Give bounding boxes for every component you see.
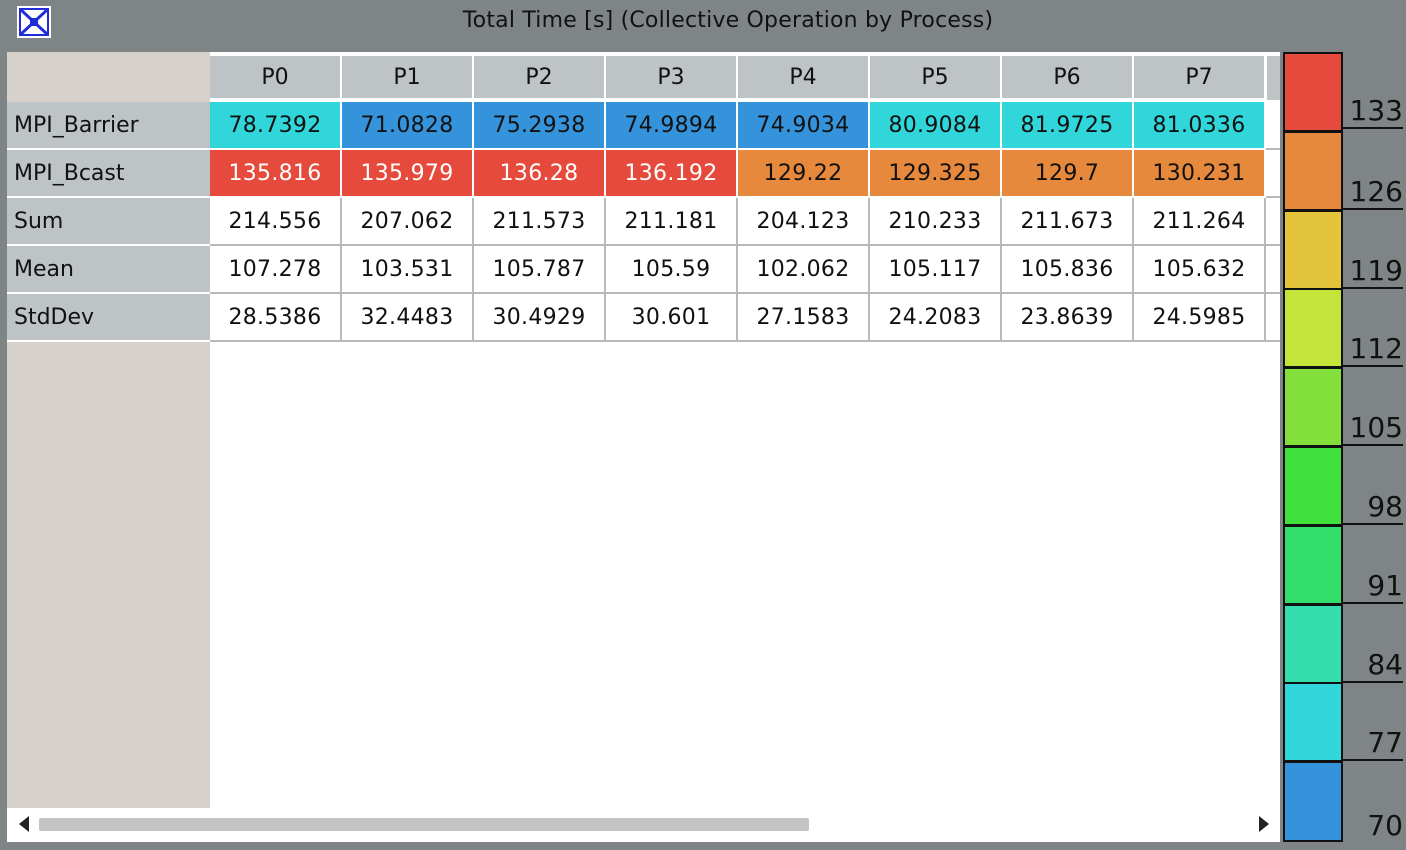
table-cell[interactable]: 74.9894 — [606, 102, 738, 150]
legend-label: 133 — [1343, 50, 1403, 129]
column-header-p3[interactable]: P3 — [606, 56, 738, 100]
legend-swatch — [1283, 682, 1343, 762]
scrollbar-thumb[interactable] — [39, 818, 809, 831]
table-cell[interactable]: 211.573 — [474, 198, 606, 246]
table-cell[interactable]: 129.325 — [870, 150, 1002, 198]
table-cell-overflow — [1266, 294, 1280, 342]
legend-swatch — [1283, 288, 1343, 368]
table-cell[interactable]: 136.192 — [606, 150, 738, 198]
column-header-p7[interactable]: P7 — [1134, 56, 1266, 100]
legend-swatch — [1283, 131, 1343, 211]
scroll-left-arrow-icon[interactable] — [19, 816, 29, 832]
color-legend: 133 126 119 112 105 98 91 84 77 70 — [1281, 52, 1406, 842]
row-header-mean[interactable]: Mean — [7, 246, 210, 294]
legend-swatch — [1283, 525, 1343, 605]
column-header-overflow — [1267, 56, 1280, 100]
scroll-right-arrow-icon[interactable] — [1259, 816, 1269, 832]
table-cell[interactable]: 27.1583 — [738, 294, 870, 342]
table-cell[interactable]: 81.9725 — [1002, 102, 1134, 150]
table-cell[interactable]: 129.22 — [738, 150, 870, 198]
table-cell[interactable]: 28.5386 — [210, 294, 342, 342]
table-cell[interactable]: 210.233 — [870, 198, 1002, 246]
legend-label: 105 — [1343, 367, 1403, 446]
legend-swatch — [1283, 210, 1343, 290]
column-header-p5[interactable]: P5 — [870, 56, 1002, 100]
table-cell[interactable]: 129.7 — [1002, 150, 1134, 198]
table-cell[interactable]: 107.278 — [210, 246, 342, 294]
table-cell[interactable]: 80.9084 — [870, 102, 1002, 150]
table-cell[interactable]: 74.9034 — [738, 102, 870, 150]
row-header-mpi-bcast[interactable]: MPI_Bcast — [7, 150, 210, 198]
table-cell[interactable]: 105.117 — [870, 246, 1002, 294]
table-cell[interactable]: 105.632 — [1134, 246, 1266, 294]
table-cell[interactable]: 211.264 — [1134, 198, 1266, 246]
table-cell-overflow — [1266, 198, 1280, 246]
row-header-stddev[interactable]: StdDev — [7, 294, 210, 342]
table-cell[interactable]: 135.979 — [342, 150, 474, 198]
table-cell[interactable]: 103.531 — [342, 246, 474, 294]
legend-label: 70 — [1367, 809, 1403, 842]
legend-swatch — [1283, 446, 1343, 526]
table-cell[interactable]: 81.0336 — [1134, 102, 1266, 150]
table-cell[interactable]: 211.673 — [1002, 198, 1134, 246]
table-cell[interactable]: 24.5985 — [1134, 294, 1266, 342]
column-header-p4[interactable]: P4 — [738, 56, 870, 100]
legend-label: 77 — [1343, 682, 1403, 761]
table-cell[interactable]: 204.123 — [738, 198, 870, 246]
table-cell[interactable]: 105.787 — [474, 246, 606, 294]
horizontal-scrollbar[interactable] — [7, 808, 1280, 840]
column-header-p0[interactable]: P0 — [210, 56, 342, 100]
table-pane: P0 P1 P2 P3 P4 P5 P6 P7 MPI_Barrier 78.7392 71.082… — [7, 52, 1280, 842]
legend-label: 91 — [1343, 525, 1403, 604]
column-header-p2[interactable]: P2 — [474, 56, 606, 100]
row-header-mpi-barrier[interactable]: MPI_Barrier — [7, 102, 210, 150]
table-cell-overflow — [1266, 246, 1280, 294]
legend-swatch — [1283, 52, 1343, 132]
table-cell[interactable]: 78.7392 — [210, 102, 342, 150]
table-cell[interactable]: 214.556 — [210, 198, 342, 246]
window-title: Total Time [s] (Collective Operation by … — [462, 8, 994, 33]
table-cell[interactable]: 102.062 — [738, 246, 870, 294]
legend-swatch — [1283, 604, 1343, 684]
table-corner — [7, 52, 210, 102]
legend-label: 119 — [1343, 210, 1403, 289]
table-cell[interactable]: 30.4929 — [474, 294, 606, 342]
legend-label: 84 — [1343, 604, 1403, 683]
table-cell[interactable]: 105.836 — [1002, 246, 1134, 294]
column-header-p1[interactable]: P1 — [342, 56, 474, 100]
table-cell[interactable]: 105.59 — [606, 246, 738, 294]
table-cell[interactable]: 135.816 — [210, 150, 342, 198]
title-bar: Total Time [s] (Collective Operation by … — [0, 0, 1406, 44]
legend-label: 112 — [1343, 288, 1403, 367]
table-cell[interactable]: 24.2083 — [870, 294, 1002, 342]
legend-label: 126 — [1343, 131, 1403, 210]
table-cell[interactable]: 130.231 — [1134, 150, 1266, 198]
table-cell[interactable]: 30.601 — [606, 294, 738, 342]
table-cell[interactable]: 136.28 — [474, 150, 606, 198]
table-cell[interactable]: 71.0828 — [342, 102, 474, 150]
legend-label: 98 — [1343, 446, 1403, 525]
table-cell[interactable]: 23.8639 — [1002, 294, 1134, 342]
legend-swatch — [1283, 761, 1343, 842]
legend-swatch — [1283, 367, 1343, 447]
table-cell[interactable]: 211.181 — [606, 198, 738, 246]
window: Total Time [s] (Collective Operation by … — [0, 0, 1406, 850]
row-header-sum[interactable]: Sum — [7, 198, 210, 246]
table-cell-overflow — [1266, 102, 1280, 150]
table-cell-overflow — [1266, 150, 1280, 198]
column-header-p6[interactable]: P6 — [1002, 56, 1134, 100]
table-cell[interactable]: 207.062 — [342, 198, 474, 246]
table-cell[interactable]: 32.4483 — [342, 294, 474, 342]
table-cell[interactable]: 75.2938 — [474, 102, 606, 150]
